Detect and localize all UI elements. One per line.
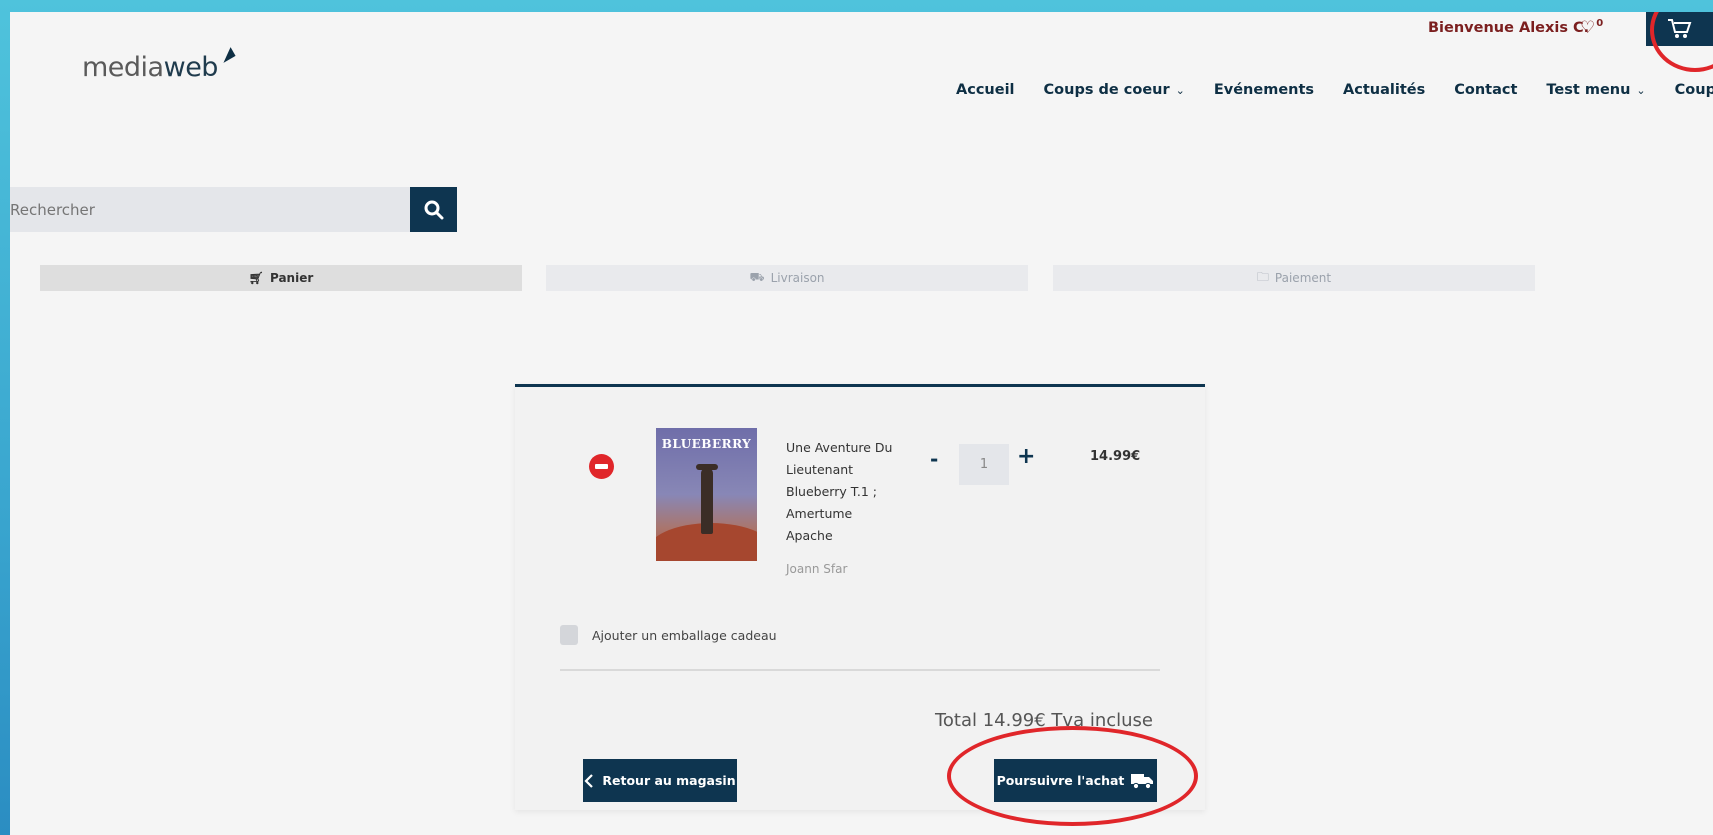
quantity-decrease-button[interactable]: - bbox=[930, 447, 938, 471]
main-nav: Accueil Coups de coeur ⌄ Evénements Actua… bbox=[956, 82, 1713, 98]
nav-label: Actualités bbox=[1343, 82, 1426, 98]
page: mediaweb Bienvenue Alexis C. ♡0 Accueil … bbox=[10, 12, 1713, 835]
nav-item-evenements[interactable]: Evénements bbox=[1214, 82, 1314, 98]
nav-item-actualites[interactable]: Actualités bbox=[1343, 82, 1425, 98]
nav-item-accueil[interactable]: Accueil bbox=[956, 82, 1015, 98]
chevron-left-icon bbox=[584, 773, 594, 788]
nav-item-test-menu[interactable]: Test menu ⌄ bbox=[1546, 82, 1645, 98]
heart-icon: ♡ bbox=[1580, 18, 1596, 38]
search-icon bbox=[424, 200, 443, 219]
quantity-input[interactable] bbox=[959, 444, 1009, 485]
step-label: Paiement bbox=[1274, 271, 1332, 285]
product-price: 14.99€ bbox=[1090, 449, 1141, 464]
nav-label: Contact bbox=[1454, 82, 1518, 98]
nav-item-contact[interactable]: Contact bbox=[1454, 82, 1517, 98]
quantity-increase-button[interactable]: + bbox=[1017, 444, 1035, 469]
logo[interactable]: mediaweb bbox=[82, 47, 236, 83]
product-title[interactable]: Une Aventure Du Lieutenant Blueberry T.1… bbox=[786, 437, 896, 547]
nav-label: Coups de coeur bbox=[1674, 82, 1713, 98]
gift-wrap-label[interactable]: Ajouter un emballage cadeau bbox=[592, 628, 777, 643]
nav-label: Coups de coeur bbox=[1043, 82, 1170, 98]
cart-icon: 🛒︎ bbox=[248, 271, 264, 285]
step-livraison[interactable]: ⛟ Livraison bbox=[546, 265, 1028, 291]
chevron-down-icon: ⌄ bbox=[1175, 84, 1185, 97]
search-button[interactable] bbox=[410, 187, 457, 232]
product-author: Joann Sfar bbox=[786, 562, 848, 576]
nav-item-coups-de-coeur-2[interactable]: Coups de coeur⌄ bbox=[1675, 82, 1713, 98]
step-panier[interactable]: 🛒︎ Panier bbox=[40, 265, 522, 291]
truck-icon: ⛟ bbox=[749, 270, 765, 284]
favorites-count: 0 bbox=[1596, 18, 1604, 30]
step-label: Panier bbox=[269, 271, 314, 285]
product-cover-image[interactable]: BLUEBERRY bbox=[656, 428, 757, 561]
divider bbox=[560, 669, 1160, 671]
nav-label: Test menu bbox=[1546, 82, 1631, 98]
continue-highlight-circle bbox=[947, 726, 1198, 826]
search-input[interactable] bbox=[10, 187, 410, 232]
cover-figure bbox=[701, 468, 713, 534]
step-paiement[interactable]: 🗀 Paiement bbox=[1053, 265, 1535, 291]
back-to-shop-button[interactable]: Retour au magasin bbox=[583, 759, 737, 802]
cover-title: BLUEBERRY bbox=[661, 437, 752, 451]
back-to-shop-label: Retour au magasin bbox=[602, 773, 736, 788]
favorites-link[interactable]: ♡0 bbox=[1580, 18, 1603, 38]
logo-arrow-icon bbox=[218, 47, 236, 63]
cart-card: BLUEBERRY Une Aventure Du Lieutenant Blu… bbox=[515, 384, 1205, 826]
logo-text-strong: web bbox=[163, 52, 219, 83]
gift-wrap-checkbox[interactable] bbox=[560, 625, 578, 645]
nav-label: Accueil bbox=[956, 82, 1015, 98]
nav-item-coups-de-coeur[interactable]: Coups de coeur ⌄ bbox=[1044, 82, 1185, 98]
welcome-message[interactable]: Bienvenue Alexis C. bbox=[1428, 20, 1589, 36]
remove-item-button[interactable] bbox=[589, 454, 614, 479]
cart-highlight-circle bbox=[1650, 12, 1713, 72]
nav-label: Evénements bbox=[1213, 82, 1315, 98]
folder-icon: 🗀 bbox=[1256, 269, 1269, 284]
logo-text-plain: media bbox=[82, 52, 164, 83]
chevron-down-icon: ⌄ bbox=[1636, 84, 1646, 97]
step-label: Livraison bbox=[770, 271, 825, 285]
